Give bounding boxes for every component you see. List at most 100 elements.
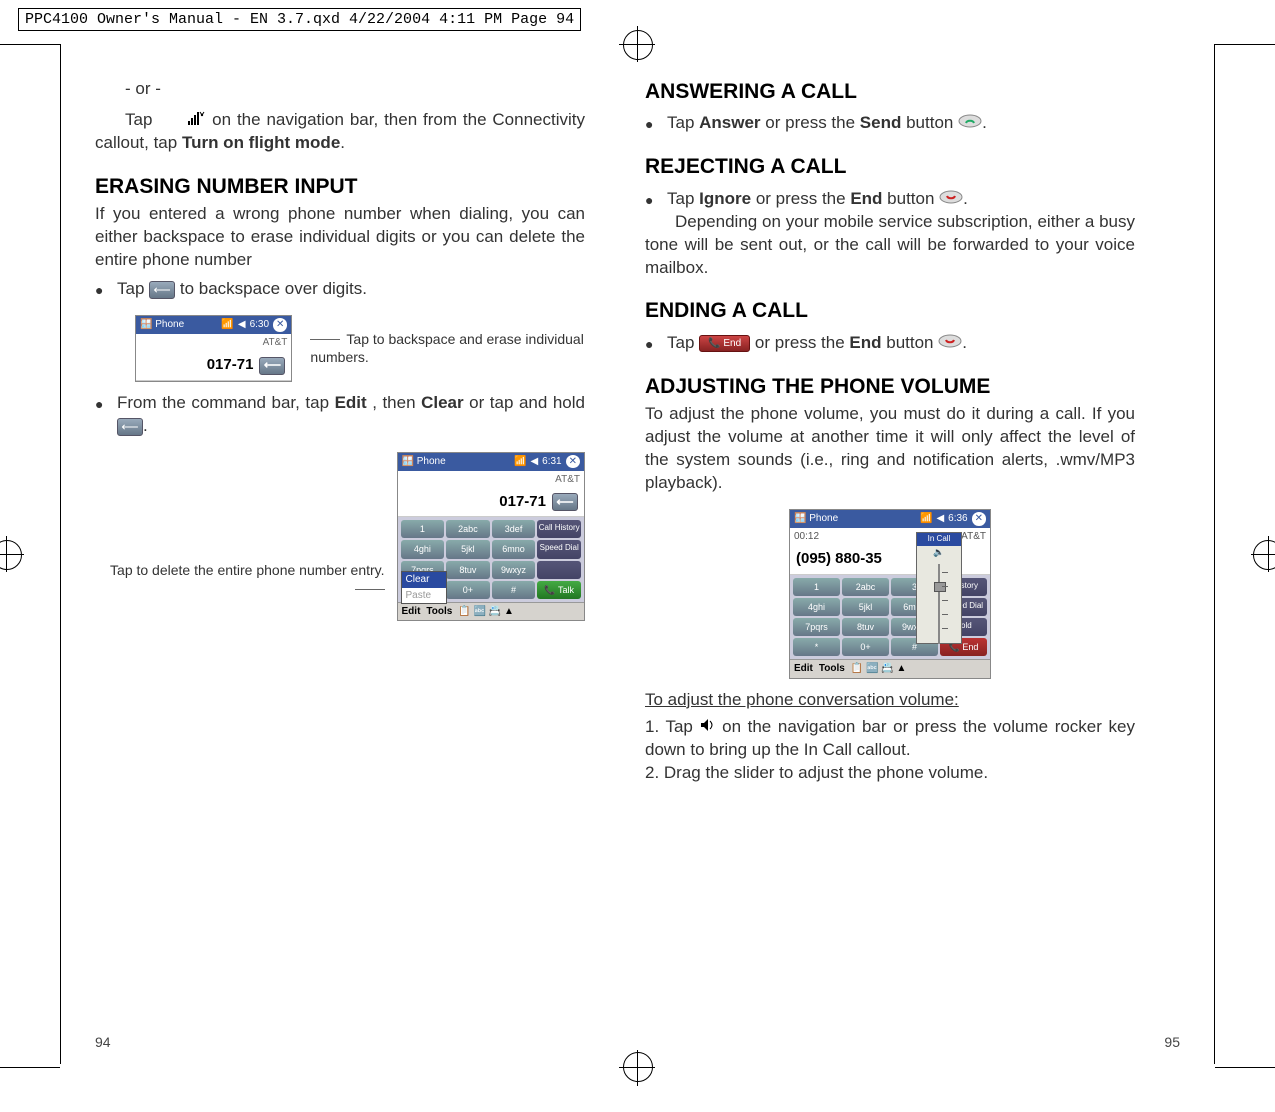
key-2: 2abc xyxy=(842,578,889,596)
text: , then xyxy=(372,393,421,412)
signal-icon xyxy=(158,109,206,132)
bullet-backspace: ● Tap ⟵ to backspace over digits. xyxy=(95,278,585,301)
ss-carrier: AT&T xyxy=(136,334,291,352)
bullet-reject: ● Tap Ignore or press the End button . xyxy=(645,188,1135,211)
speaker-icon xyxy=(700,716,716,739)
heading-rejecting: REJECTING A CALL xyxy=(645,153,1135,181)
end-button-icon xyxy=(938,332,962,355)
ss-carrier: AT&T xyxy=(398,471,584,489)
heading-erasing: ERASING NUMBER INPUT xyxy=(95,173,585,201)
key-5: 5jkl xyxy=(842,598,889,616)
erasing-body: If you entered a wrong phone number when… xyxy=(95,203,585,272)
heading-adjusting: ADJUSTING THE PHONE VOLUME xyxy=(645,373,1135,401)
incall-label: In Call xyxy=(917,533,961,546)
ss-time: 6:31 xyxy=(542,455,561,469)
bullet-ending: ● Tap 📞 End or press the End button . xyxy=(645,332,1135,355)
period: . xyxy=(962,333,967,352)
bullet-dot-icon: ● xyxy=(95,278,117,300)
crop-mark xyxy=(0,1067,60,1068)
clear-item: Clear xyxy=(402,572,446,588)
figure-volume: 🪟 Phone 📶 ◀ 6:36 ✕ 00:12 AT&T (095) 880-… xyxy=(645,509,1135,679)
key-6: 6mno xyxy=(492,540,536,558)
bullet-dot-icon: ● xyxy=(645,188,667,210)
bullet-answer: ● Tap Answer or press the Send button . xyxy=(645,112,1135,135)
text: button xyxy=(887,189,939,208)
key-0: 0+ xyxy=(842,638,889,656)
text: to backspace over digits. xyxy=(180,279,367,298)
ss-duration: 00:12 xyxy=(794,530,819,544)
toolbar-icons: 📋 🔤 📇 ▲ xyxy=(851,662,907,676)
page-number-right: 95 xyxy=(1164,1034,1180,1050)
key-8: 8tuv xyxy=(446,561,490,579)
step-1: 1. Tap on the navigation bar or press th… xyxy=(645,716,1135,762)
text: or press the xyxy=(755,333,850,352)
text: button xyxy=(886,333,938,352)
key-5: 5jkl xyxy=(446,540,490,558)
key-talk: 📞 Talk xyxy=(537,581,581,599)
ss-time: 6:36 xyxy=(948,512,967,526)
crop-mark xyxy=(0,44,60,45)
ss-title: Phone xyxy=(155,319,184,330)
key-0: 0+ xyxy=(446,581,490,599)
flight-mode-bold: Turn on flight mode xyxy=(182,133,340,152)
text: From the command bar, tap xyxy=(117,393,335,412)
tap-flight-mode-para: Tap on the navigation bar, then from the… xyxy=(95,109,585,155)
key-4: 4ghi xyxy=(793,598,840,616)
key-1: 1 xyxy=(401,520,445,538)
text: or press the xyxy=(756,189,851,208)
crop-mark xyxy=(1215,44,1275,45)
register-cross xyxy=(0,554,24,555)
figure-clear: Tap to delete the entire phone number en… xyxy=(95,452,585,622)
text: or tap and hold xyxy=(469,393,585,412)
volume-popup: In Call 🔈 xyxy=(916,532,962,644)
backspace-icon: ⟵ xyxy=(149,281,175,299)
tools-menu: Tools xyxy=(819,662,845,676)
period: . xyxy=(982,113,987,132)
key-1: 1 xyxy=(793,578,840,596)
end-bold: End xyxy=(850,189,882,208)
text: button xyxy=(906,113,958,132)
register-cross xyxy=(1268,536,1269,572)
register-cross xyxy=(1251,554,1275,555)
text: Tap xyxy=(667,113,699,132)
backspace-icon: ⟵ xyxy=(552,493,578,511)
register-mark xyxy=(1253,540,1275,570)
edit-menu: Edit xyxy=(402,605,421,619)
adjust-body: To adjust the phone volume, you must do … xyxy=(645,403,1135,495)
figure-backspace: 🪟 Phone 📶 ◀ 6:30 ✕ AT&T 017-71 ⟵ Tap to … xyxy=(135,315,585,382)
adjust-subheading: To adjust the phone conversation volume: xyxy=(645,689,1135,712)
screenshot-small: 🪟 Phone 📶 ◀ 6:30 ✕ AT&T 017-71 ⟵ xyxy=(135,315,292,382)
crop-mark xyxy=(1215,1067,1275,1068)
backspace-icon: ⟵ xyxy=(117,418,143,436)
send-bold: Send xyxy=(860,113,902,132)
register-cross xyxy=(637,1050,638,1086)
toolbar-icons: 📋 🔤 📇 ▲ xyxy=(458,605,514,619)
screenshot-large: 🪟 Phone 📶 ◀ 6:31 ✕ AT&T 017-71 ⟵ 1 2abc … xyxy=(397,452,585,622)
signal-icon: 📶 xyxy=(514,455,526,469)
bullet-dot-icon: ● xyxy=(645,112,667,134)
end-button-icon xyxy=(939,188,963,211)
page-number-left: 94 xyxy=(95,1034,111,1050)
tools-menu: Tools xyxy=(426,605,452,619)
step-2: 2. Drag the slider to adjust the phone v… xyxy=(645,762,1135,785)
heading-ending: ENDING A CALL xyxy=(645,297,1135,325)
signal-icon: 📶 xyxy=(221,318,233,332)
key-hash: # xyxy=(492,581,536,599)
period: . xyxy=(143,416,148,435)
text: or press the xyxy=(765,113,860,132)
period: . xyxy=(340,133,345,152)
edit-menu: Edit xyxy=(794,662,813,676)
ss-number: 017-71 xyxy=(207,355,254,375)
ss-title: Phone xyxy=(417,456,446,467)
print-header: PPC4100 Owner's Manual - EN 3.7.qxd 4/22… xyxy=(18,8,581,31)
answer-bold: Answer xyxy=(699,113,760,132)
ss-time: 6:30 xyxy=(250,318,269,332)
signal-icon: 📶 xyxy=(920,512,932,526)
text: Tap xyxy=(117,279,149,298)
ss-number: 017-71 xyxy=(499,492,546,512)
crop-mark xyxy=(60,44,61,1064)
clear-menu: Clear Paste xyxy=(401,571,447,604)
key-star: * xyxy=(793,638,840,656)
text: Tap xyxy=(125,110,158,129)
clear-bold: Clear xyxy=(421,393,464,412)
